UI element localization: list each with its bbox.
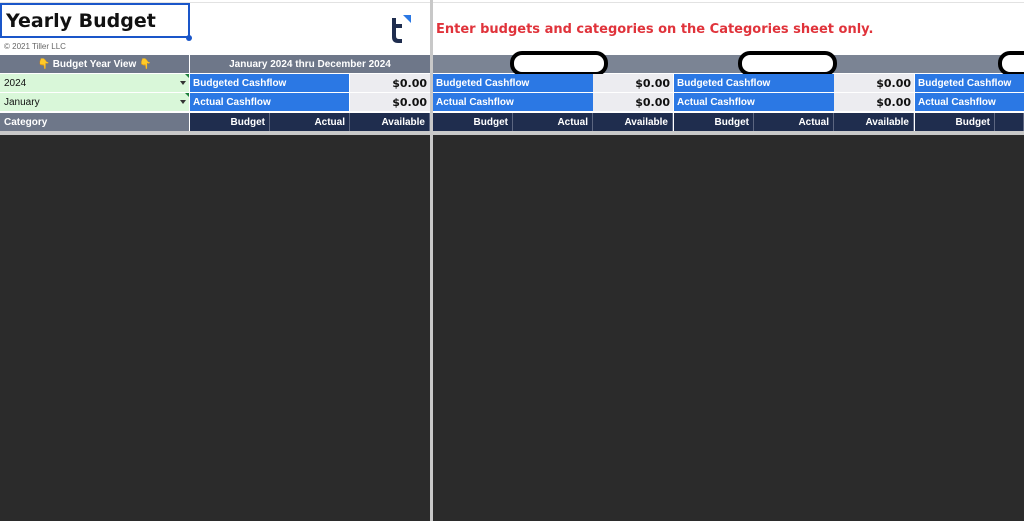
budget-column-header[interactable]: Budget [433,113,513,131]
budgeted-cashflow-label: Budgeted Cashflow [915,74,1024,92]
budgeted-cashflow-label: Budgeted Cashflow [190,74,349,92]
selection-handle[interactable] [186,35,192,41]
chevron-down-icon[interactable] [180,81,186,85]
budgeted-cashflow-value[interactable]: $0.00 [593,74,673,92]
chevron-down-icon[interactable] [180,100,186,104]
actual-cashflow-label: Actual Cashflow [433,93,593,111]
validation-marker-icon [185,74,189,78]
month-dropdown[interactable]: January [0,93,189,111]
tiller-logo-icon [386,14,414,44]
budget-column-header[interactable]: Budget [674,113,754,131]
budgeted-cashflow-label: Budgeted Cashflow [674,74,834,92]
budget-column-header[interactable]: Budget [915,113,995,131]
actual-cashflow-label: Actual Cashflow [674,93,834,111]
budgeted-cashflow-label: Budgeted Cashflow [433,74,593,92]
actual-cashflow-value[interactable]: $0.00 [834,93,914,111]
validation-marker-icon [185,93,189,97]
actual-cashflow-label: Actual Cashflow [190,93,349,111]
actual-cashflow-label: Actual Cashflow [915,93,1024,111]
actual-column-header[interactable]: Actual [513,113,593,131]
instruction-note: Enter budgets and categories on the Cate… [436,21,874,37]
budget-year-view-label: 👇 Budget Year View 👇 [0,55,189,73]
copyright-text: © 2021 Tiller LLC [4,42,66,51]
actual-column-header[interactable]: Actual [754,113,834,131]
budgeted-cashflow-value[interactable]: $0.00 [834,74,914,92]
budgeted-cashflow-value[interactable]: $0.00 [350,74,430,92]
monthly-rows-area[interactable] [433,135,1024,521]
available-column-header[interactable]: Available [834,113,914,131]
actual-column-header[interactable] [995,113,1024,131]
budget-column-header[interactable]: Budget [190,113,270,131]
category-rows-area[interactable] [0,135,430,521]
month-name-pill[interactable] [510,51,608,76]
sheet-title[interactable]: Yearly Budget [0,3,190,38]
category-column-header[interactable]: Category [0,113,189,131]
date-range-header: January 2024 thru December 2024 [190,55,430,73]
month-dropdown-value: January [4,96,40,108]
year-dropdown-value: 2024 [4,77,27,89]
month-name-pill[interactable] [738,51,837,76]
month-name-pill[interactable] [998,51,1024,76]
actual-cashflow-value[interactable]: $0.00 [593,93,673,111]
actual-cashflow-value[interactable]: $0.00 [350,93,430,111]
available-column-header[interactable]: Available [593,113,673,131]
actual-column-header[interactable]: Actual [270,113,350,131]
year-dropdown[interactable]: 2024 [0,74,189,92]
available-column-header[interactable]: Available [350,113,430,131]
